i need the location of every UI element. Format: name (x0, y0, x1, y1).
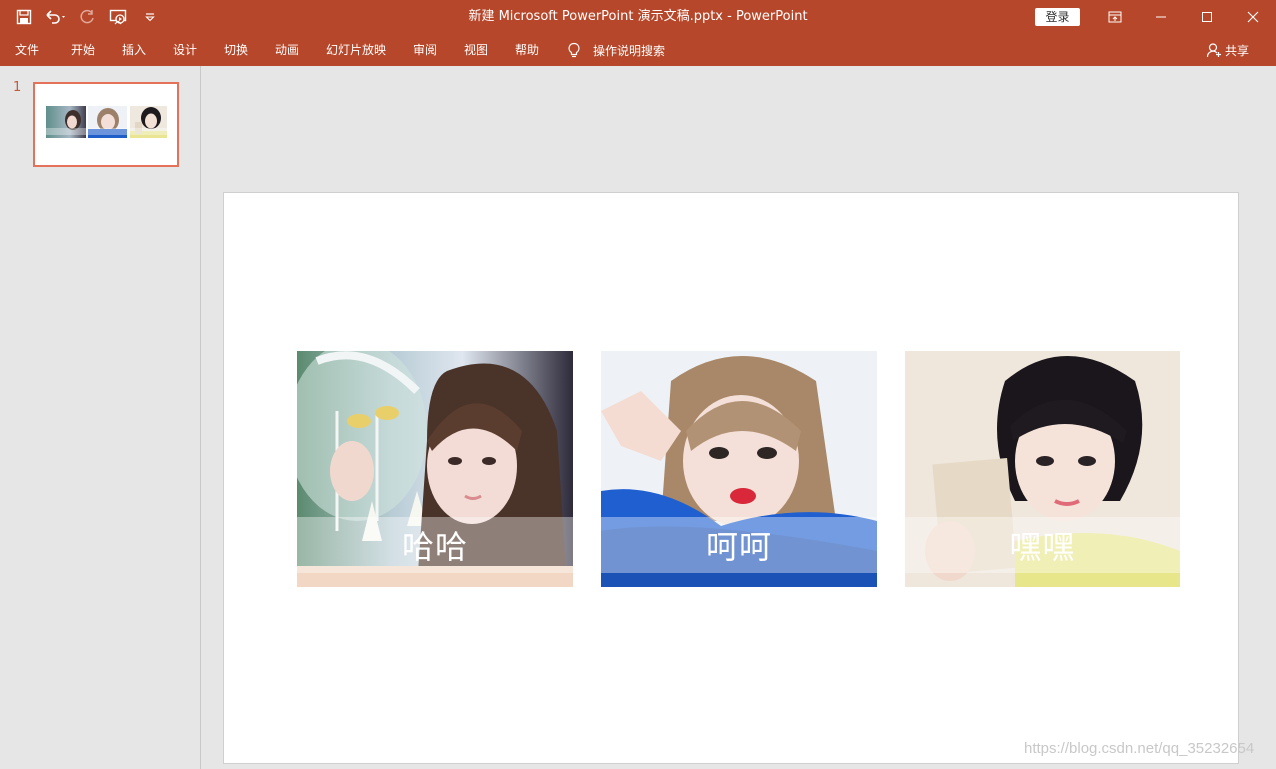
tell-me-search[interactable]: 操作说明搜索 (567, 34, 665, 66)
photo-card[interactable]: 嘿嘿 (905, 351, 1180, 587)
slides-pane: 1 (0, 66, 201, 769)
share-label: 共享 (1225, 43, 1250, 58)
tab-help[interactable]: 帮助 (515, 34, 539, 66)
login-button[interactable]: 登录 (1035, 8, 1080, 26)
share-button[interactable]: 共享 (1206, 34, 1249, 66)
tell-me-label: 操作说明搜索 (593, 43, 666, 58)
customize-icon[interactable] (136, 0, 164, 34)
tab-file[interactable]: 文件 (15, 34, 39, 66)
thumbnail-photo (130, 106, 167, 138)
maximize-icon[interactable] (1184, 0, 1230, 34)
person-icon (1206, 43, 1221, 58)
close-icon[interactable] (1230, 0, 1276, 34)
photo-card[interactable]: 哈哈 (297, 351, 573, 587)
photo-caption: 哈哈 (297, 517, 573, 573)
tab-home[interactable]: 开始 (71, 34, 95, 66)
photo-caption: 呵呵 (601, 517, 877, 573)
save-icon[interactable] (10, 0, 38, 34)
thumbnail-photo (88, 106, 127, 138)
slide-thumbnail[interactable] (33, 82, 179, 167)
window-title: 新建 Microsoft PowerPoint 演示文稿.pptx - Powe… (468, 9, 808, 24)
slide-canvas[interactable]: 哈哈 呵呵 嘿嘿 (223, 192, 1239, 764)
photo-caption: 嘿嘿 (905, 517, 1180, 573)
window-controls (1092, 0, 1276, 34)
tab-view[interactable]: 视图 (464, 34, 488, 66)
watermark: https://blog.csdn.net/qq_35232654 (1024, 740, 1255, 757)
title-bar: 新建 Microsoft PowerPoint 演示文稿.pptx - Powe… (0, 0, 1276, 34)
ribbon-tabs: 文件 开始 插入 设计 切换 动画 幻灯片放映 审阅 视图 帮助 操作说明搜索 … (0, 34, 1276, 66)
tab-design[interactable]: 设计 (173, 34, 197, 66)
tab-animations[interactable]: 动画 (275, 34, 299, 66)
undo-icon[interactable] (38, 0, 74, 34)
tab-transitions[interactable]: 切换 (224, 34, 248, 66)
minimize-icon[interactable] (1138, 0, 1184, 34)
tab-review[interactable]: 审阅 (413, 34, 437, 66)
tab-insert[interactable]: 插入 (122, 34, 146, 66)
redo-icon[interactable] (74, 0, 102, 34)
tab-slideshow[interactable]: 幻灯片放映 (326, 34, 386, 66)
lightbulb-icon (568, 42, 580, 58)
ribbon-display-options-icon[interactable] (1092, 0, 1138, 34)
slideshow-icon[interactable] (102, 0, 136, 34)
slide-number: 1 (13, 80, 22, 95)
photo-card[interactable]: 呵呵 (601, 351, 877, 587)
thumbnail-photo (46, 106, 86, 138)
quick-access-toolbar (10, 0, 164, 34)
